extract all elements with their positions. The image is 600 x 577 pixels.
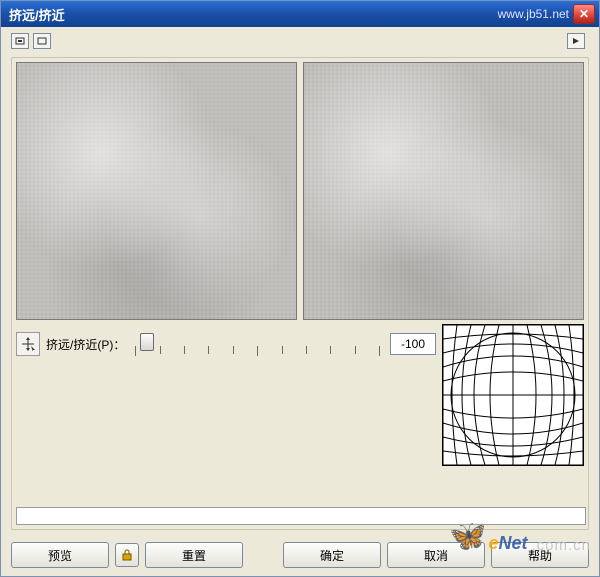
- flyout-menu-icon: [572, 37, 580, 45]
- slider-value[interactable]: -100: [390, 333, 436, 355]
- move-tool-icon: [21, 337, 35, 351]
- move-tool-button[interactable]: [16, 332, 40, 356]
- cancel-button[interactable]: 取消: [387, 542, 485, 568]
- reset-button[interactable]: 重置: [145, 542, 243, 568]
- close-button[interactable]: ✕: [573, 4, 595, 24]
- toolbar: [1, 27, 599, 53]
- slider-ticks: [135, 346, 380, 354]
- window-title: 挤远/挤近: [5, 5, 498, 24]
- button-row: 预览 重置 确定 取消 帮助 🦋 eNet .com.cn: [1, 536, 599, 576]
- lock-icon: [121, 549, 133, 561]
- preview-before[interactable]: [16, 62, 297, 320]
- pinch-slider[interactable]: [135, 332, 380, 356]
- expand-icon: [37, 37, 47, 45]
- effect-grid-preview: [442, 324, 584, 466]
- slider-label: 挤远/挤近(P)：: [46, 336, 125, 353]
- slider-thumb[interactable]: [140, 333, 154, 351]
- collapse-button[interactable]: [11, 33, 29, 49]
- ok-button[interactable]: 确定: [283, 542, 381, 568]
- titlebar: 挤远/挤近 www.jb51.net ✕: [1, 1, 599, 27]
- preview-button[interactable]: 预览: [11, 542, 109, 568]
- flyout-menu-button[interactable]: [567, 33, 585, 49]
- collapse-icon: [15, 37, 25, 45]
- watermark-url: www.jb51.net: [498, 7, 569, 21]
- expand-button[interactable]: [33, 33, 51, 49]
- preview-after[interactable]: [303, 62, 584, 320]
- help-button[interactable]: 帮助: [491, 542, 589, 568]
- close-icon: ✕: [579, 8, 589, 20]
- lock-button[interactable]: [115, 543, 139, 567]
- progress-bar: [16, 507, 586, 525]
